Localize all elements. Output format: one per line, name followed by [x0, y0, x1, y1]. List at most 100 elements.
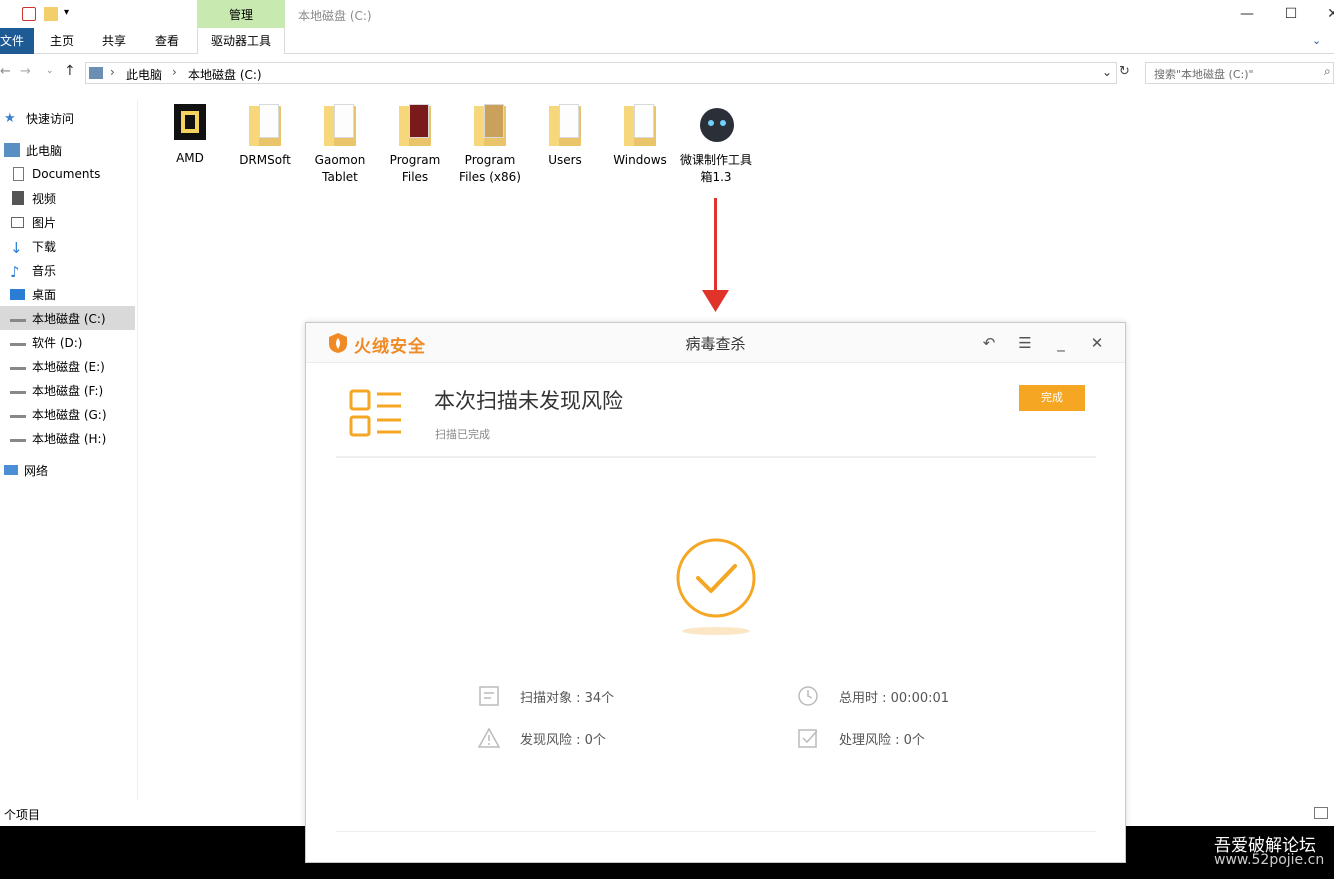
undo-icon[interactable]: ↶	[978, 333, 1000, 353]
ribbon-expand-icon[interactable]: ⌄	[1312, 34, 1321, 47]
minimize-icon[interactable]: _	[1050, 333, 1072, 353]
computer-icon	[4, 143, 20, 157]
sidebar-item-music[interactable]: ♪ 音乐	[0, 258, 135, 282]
tab-file[interactable]: 文件	[0, 28, 34, 54]
sidebar-item-downloads[interactable]: ↓ 下载	[0, 234, 135, 258]
quick-access-dropdown-icon[interactable]: ▾	[64, 7, 69, 18]
folder-item[interactable]: Program Files (x86)	[455, 102, 525, 186]
folder-item[interactable]: Windows	[605, 102, 675, 169]
warning-icon	[478, 727, 500, 748]
folder-item[interactable]: DRMSoft	[230, 102, 300, 169]
drive-icon	[10, 410, 26, 418]
network-icon	[4, 465, 18, 475]
stat-risks-handled: 处理风险 : 0个	[797, 727, 925, 749]
sidebar-item-documents[interactable]: Documents	[0, 162, 135, 186]
computer-icon	[89, 67, 103, 79]
window-title: 本地磁盘 (C:)	[298, 9, 372, 23]
checkbox-icon	[798, 729, 818, 748]
app-mascot-icon	[696, 102, 736, 146]
sidebar-item-drive-d[interactable]: 软件 (D:)	[0, 330, 135, 354]
sidebar-item-drive-g[interactable]: 本地磁盘 (G:)	[0, 402, 135, 426]
sidebar-item-network[interactable]: 网络	[0, 458, 135, 482]
folder-item[interactable]: AMD	[155, 102, 225, 167]
document-icon	[479, 686, 499, 706]
folder-icon	[397, 102, 433, 146]
breadcrumb-drive-c[interactable]: 本地磁盘 (C:)	[188, 66, 262, 83]
maximize-button[interactable]: ☐	[1276, 4, 1306, 24]
refresh-icon[interactable]: ↻	[1119, 64, 1130, 79]
folder-item[interactable]: Gaomon Tablet	[305, 102, 375, 186]
folder-icon	[472, 102, 508, 146]
sidebar-item-drive-f[interactable]: 本地磁盘 (F:)	[0, 378, 135, 402]
antivirus-dialog: 火绒安全 病毒查杀 ↶ ☰ _ ✕ 本次扫描未发现风险 扫描已完成 完成 扫描对…	[305, 322, 1126, 863]
status-bar-text: 个项目	[4, 808, 41, 822]
result-title: 本次扫描未发现风险	[434, 389, 623, 413]
forward-arrow-icon[interactable]: →	[20, 64, 31, 79]
folder-icon	[622, 102, 658, 146]
stat-duration: 总用时 : 00:00:01	[797, 685, 949, 707]
sidebar-item-desktop[interactable]: 桌面	[0, 282, 135, 306]
app-shortcut-item[interactable]: 微课制作工具箱1.3	[680, 102, 752, 186]
properties-icon[interactable]	[22, 7, 36, 21]
details-view-icon[interactable]	[1314, 807, 1328, 819]
annotation-arrow	[714, 198, 717, 298]
picture-icon	[11, 216, 24, 228]
download-icon: ↓	[10, 239, 23, 257]
breadcrumb-this-pc[interactable]: 此电脑	[126, 66, 162, 83]
breadcrumb-separator-icon: ›	[110, 65, 115, 79]
drive-icon	[10, 434, 26, 442]
star-icon: ★	[4, 111, 16, 126]
back-arrow-icon[interactable]: ←	[0, 64, 11, 79]
folder-icon	[247, 102, 283, 146]
amd-logo-icon	[174, 104, 206, 140]
tab-home[interactable]: 主页	[36, 28, 88, 54]
stat-risks-found: 发现风险 : 0个	[478, 727, 606, 749]
video-icon	[12, 191, 24, 205]
close-icon[interactable]: ✕	[1086, 333, 1108, 353]
success-check-icon	[676, 538, 756, 635]
watermark-url: www.52pojie.cn	[1214, 852, 1325, 868]
folder-item[interactable]: Users	[530, 102, 600, 169]
folder-item[interactable]: Program Files	[380, 102, 450, 186]
tab-drive-tools[interactable]: 驱动器工具	[197, 28, 285, 54]
up-arrow-icon[interactable]: ↑	[64, 63, 76, 79]
divider	[336, 456, 1096, 458]
context-tab-manage[interactable]: 管理	[197, 0, 285, 28]
search-input[interactable]: 搜索"本地磁盘 (C:)"	[1145, 62, 1334, 84]
navigation-pane: ★ 快速访问 此电脑 Documents 视频 图片 ↓ 下载 ♪ 音乐 桌面 本地磁…	[0, 100, 138, 800]
annotation-arrow-head	[702, 290, 729, 312]
done-button[interactable]: 完成	[1019, 385, 1085, 411]
sidebar-item-drive-h[interactable]: 本地磁盘 (H:)	[0, 426, 135, 450]
breadcrumb-separator-icon: ›	[172, 65, 177, 79]
desktop-icon	[10, 288, 25, 300]
tab-share[interactable]: 共享	[88, 28, 140, 54]
folder-icon	[322, 102, 358, 146]
scan-report-icon	[349, 389, 401, 437]
address-bar[interactable]: › 此电脑 › 本地磁盘 (C:) ⌄	[85, 62, 1117, 84]
document-icon	[13, 167, 24, 181]
drive-icon	[10, 314, 26, 322]
folder-icon	[547, 102, 583, 146]
menu-icon[interactable]: ☰	[1014, 333, 1036, 353]
sidebar-item-quick-access[interactable]: ★ 快速访问	[0, 106, 135, 130]
result-subtitle: 扫描已完成	[435, 428, 490, 441]
new-folder-icon[interactable]	[44, 7, 58, 21]
drive-icon	[10, 362, 26, 370]
close-button[interactable]: ✕	[1318, 4, 1334, 24]
address-dropdown-icon[interactable]: ⌄	[1102, 65, 1112, 79]
search-icon: ⌕	[1324, 64, 1331, 78]
drive-icon	[10, 386, 26, 394]
music-icon: ♪	[10, 263, 20, 281]
sidebar-item-this-pc[interactable]: 此电脑	[0, 138, 135, 162]
stat-scanned: 扫描对象 : 34个	[478, 685, 614, 707]
sidebar-item-pictures[interactable]: 图片	[0, 210, 135, 234]
sidebar-item-drive-c[interactable]: 本地磁盘 (C:)	[0, 306, 135, 330]
tab-view[interactable]: 查看	[141, 28, 193, 54]
sidebar-item-videos[interactable]: 视频	[0, 186, 135, 210]
sidebar-item-drive-e[interactable]: 本地磁盘 (E:)	[0, 354, 135, 378]
dialog-title: 病毒查杀	[685, 335, 746, 353]
clock-icon	[798, 686, 818, 706]
recent-locations-icon[interactable]: ⌄	[46, 66, 54, 76]
divider	[336, 831, 1096, 832]
minimize-button[interactable]: —	[1232, 4, 1262, 24]
